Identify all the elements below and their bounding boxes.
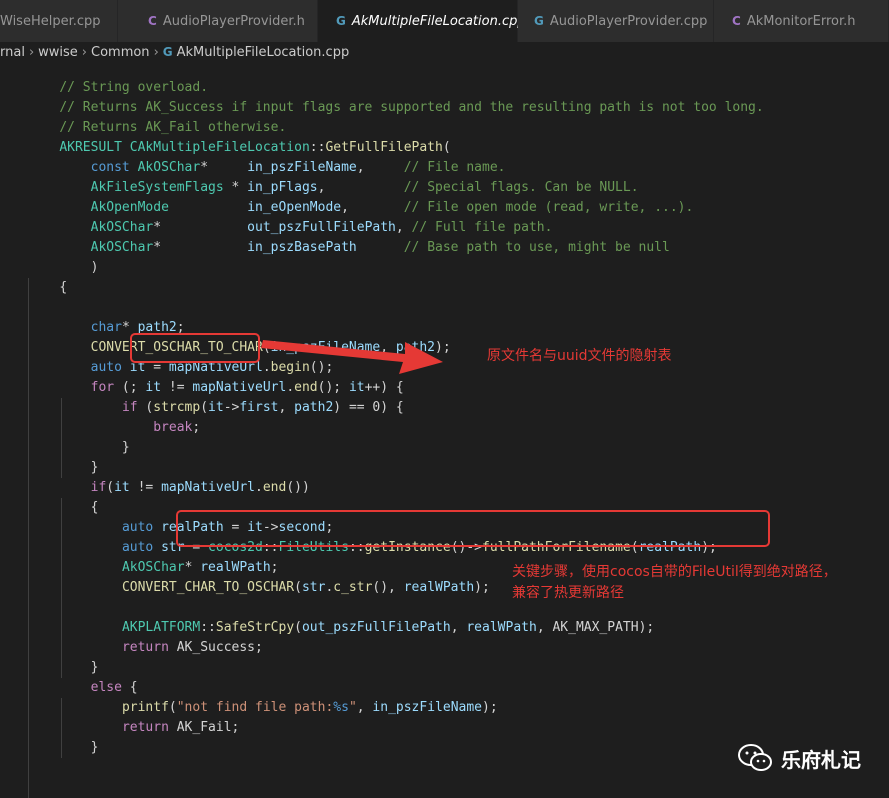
wechat-icon xyxy=(738,744,772,771)
mapnativeurl-highlight-box xyxy=(130,333,260,363)
code-line: if (strcmp(it->first, path2) == 0) { xyxy=(121,400,404,415)
tab-label: AudioPlayerProvider.h xyxy=(162,13,305,29)
code-editor[interactable]: // String overload. // Returns AK_Succes… xyxy=(0,58,889,798)
tab-label: AudioPlayerProvider.cpp xyxy=(549,13,708,29)
fullpath-highlight-box xyxy=(176,510,770,547)
tab-wisehelper-cpp[interactable]: WiseHelper.cpp xyxy=(0,0,118,42)
code-line: char* path2; xyxy=(90,320,185,335)
watermark: 乐府札记 xyxy=(737,743,861,773)
code-line: CONVERT_CHAR_TO_OSCHAR(str.c_str(), real… xyxy=(121,580,490,595)
code-line: printf("not find file path:%s", in_pszFi… xyxy=(121,700,498,715)
code-line: else { xyxy=(90,680,138,695)
tab-akmultiplefilelocation-cpp[interactable]: G AkMultipleFileLocation.cpp ✕ xyxy=(318,0,546,42)
tab-label: AkMonitorError.h xyxy=(746,13,856,29)
tab-akmonitorerror-h[interactable]: C AkMonitorError.h xyxy=(714,0,889,42)
code-line: if(it != mapNativeUrl.end()) xyxy=(90,480,310,495)
code-line: { xyxy=(59,500,99,515)
tab-label: WiseHelper.cpp xyxy=(0,13,101,29)
tab-audioplayerprovider-cpp[interactable]: G AudioPlayerProvider.cpp xyxy=(518,0,714,42)
code-line: AkOSChar* in_pszBasePath // Base path to… xyxy=(90,240,670,255)
code-line: } xyxy=(59,440,130,455)
code-line: AkOSChar* out_pszFullFilePath, // Full f… xyxy=(90,220,553,235)
c-header-icon: C xyxy=(148,14,157,28)
code-line: { xyxy=(59,280,68,295)
red-arrow-icon xyxy=(261,340,443,374)
code-line: } xyxy=(59,660,99,675)
code-line: AkFileSystemFlags * in_pFlags, // Specia… xyxy=(90,180,639,195)
editor-tab-bar: WiseHelper.cpp C AudioPlayerProvider.h G… xyxy=(0,0,889,42)
code-line: return AK_Success; xyxy=(121,640,263,655)
code-line: AKRESULT CAkMultipleFileLocation::GetFul… xyxy=(59,140,451,155)
tab-audioplayerprovider-h[interactable]: C AudioPlayerProvider.h xyxy=(118,0,318,42)
cpp-file-icon: G xyxy=(534,14,544,28)
code-line: } xyxy=(59,460,99,475)
code-line: return AK_Fail; xyxy=(121,720,240,735)
code-line: // Returns AK_Success if input flags are… xyxy=(59,100,764,115)
cpp-file-icon: G xyxy=(162,45,173,59)
code-line: ) xyxy=(59,260,99,275)
watermark-label: 乐府札记 xyxy=(781,747,861,772)
key-step-annotation-line2: 兼容了热更新路径 xyxy=(512,585,624,601)
code-line: // String overload. xyxy=(59,80,209,95)
mapping-annotation: 原文件名与uuid文件的隐射表 xyxy=(487,348,672,364)
code-line: break; xyxy=(153,420,201,435)
key-step-annotation-line1: 关键步骤，使用cocos自带的FileUtil得到绝对路径， xyxy=(512,564,837,580)
c-header-icon: C xyxy=(732,14,741,28)
cpp-file-icon: G xyxy=(336,14,346,28)
code-line: } xyxy=(59,740,99,755)
code-line: // Returns AK_Fail otherwise. xyxy=(59,120,287,135)
tab-label: AkMultipleFileLocation.cpp xyxy=(351,13,526,29)
code-line: const AkOSChar* in_pszFileName, // File … xyxy=(90,160,506,175)
code-line: AkOpenMode in_eOpenMode, // File open mo… xyxy=(90,200,694,215)
